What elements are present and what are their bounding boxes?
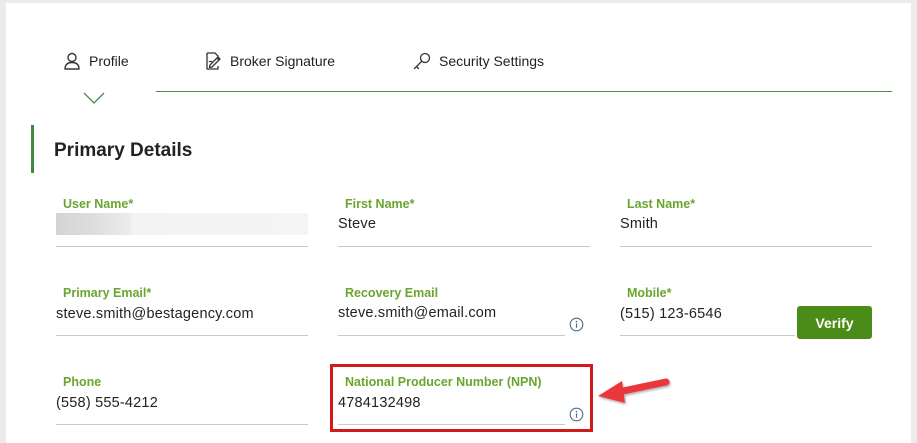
first-name-underline [338,246,590,247]
tab-underline [156,91,892,92]
user-name-underline [56,246,308,247]
primary-email-value[interactable]: steve.smith@bestagency.com [56,306,254,322]
tab-security-settings[interactable]: Security Settings [412,51,544,71]
first-name-label: First Name* [345,197,415,211]
tab-profile[interactable]: Profile [62,51,129,71]
signature-icon [206,52,221,70]
recovery-email-field[interactable]: Recovery Email steve.smith@email.com [338,286,590,336]
phone-field[interactable]: Phone (558) 555-4212 [56,375,308,425]
primary-email-field[interactable]: Primary Email* steve.smith@bestagency.co… [56,286,308,336]
primary-email-underline [56,335,308,336]
recovery-email-label: Recovery Email [345,286,439,300]
phone-underline [56,424,308,425]
last-name-field[interactable]: Last Name* Smith [620,197,872,247]
phone-label: Phone [63,375,102,389]
last-name-label: Last Name* [627,197,696,211]
tab-broker-signature[interactable]: Broker Signature [203,51,335,71]
key-icon [413,52,431,70]
user-name-label: User Name* [63,197,134,211]
phone-value[interactable]: (558) 555-4212 [56,395,158,411]
tab-profile-label: Profile [89,53,129,69]
section-title: Primary Details [54,140,193,161]
tab-broker-signature-label: Broker Signature [230,53,336,69]
recovery-email-info-icon[interactable] [569,317,584,332]
user-name-masked-value [56,213,308,235]
first-name-value[interactable]: Steve [338,216,376,232]
last-name-value[interactable]: Smith [620,216,658,232]
mobile-label: Mobile* [627,286,672,300]
user-icon [64,52,80,70]
first-name-field[interactable]: First Name* Steve [338,197,590,247]
annotation-arrow-icon [598,378,670,403]
recovery-email-underline [338,335,565,336]
primary-email-label: Primary Email* [63,286,152,300]
npn-highlight-box [330,364,593,432]
mobile-value[interactable]: (515) 123-6546 [620,306,722,322]
tab-security-settings-label: Security Settings [439,53,545,69]
section-accent-bar [31,125,34,173]
active-tab-chevron-icon [83,92,105,104]
recovery-email-value[interactable]: steve.smith@email.com [338,305,496,321]
last-name-underline [620,246,872,247]
mobile-underline [620,335,795,336]
profile-card: Profile Broker Signature Security Settin… [6,3,911,443]
user-name-field[interactable]: User Name* [56,197,308,247]
verify-button[interactable]: Verify [797,306,872,339]
